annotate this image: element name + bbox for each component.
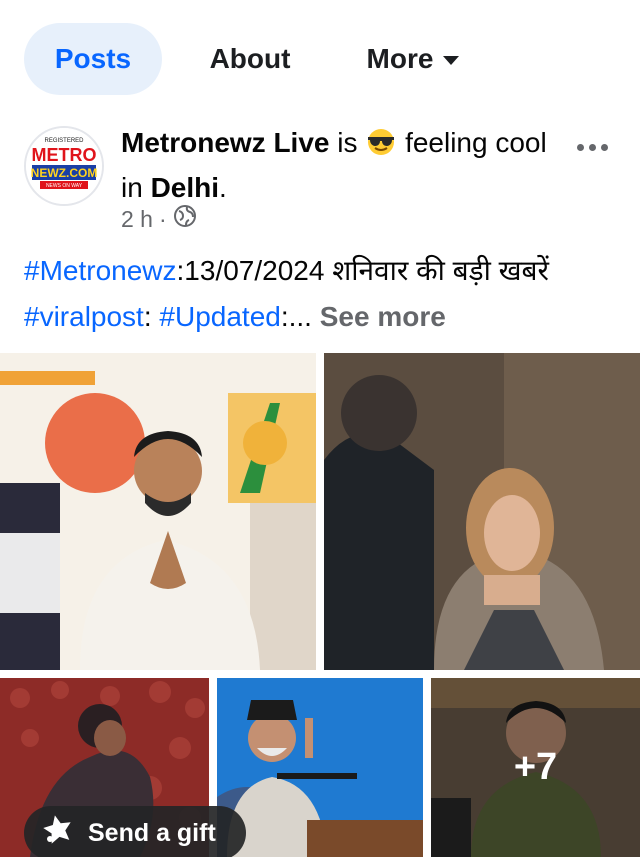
is-text: is [337, 127, 358, 158]
send-gift-label: Send a gift [88, 818, 216, 847]
more-horizontal-icon[interactable] [573, 140, 612, 155]
author-name[interactable]: Metronewz Live [121, 127, 329, 158]
page-avatar[interactable]: REGISTERED METRO NEWZ.COM NEWS ON WAY [24, 126, 104, 206]
more-photos-overlay: +7 [431, 678, 640, 857]
see-more-link[interactable]: See more [320, 301, 446, 332]
metronewz-logo: REGISTERED METRO NEWZ.COM NEWS ON WAY [26, 128, 102, 204]
tab-more[interactable]: More [338, 23, 488, 95]
post-photo-2[interactable] [324, 353, 640, 670]
tab-posts[interactable]: Posts [24, 23, 162, 95]
post-text-part: :... [280, 301, 320, 332]
tab-about-label: About [209, 43, 291, 74]
cool-face-emoji-icon [365, 126, 397, 167]
location-link[interactable]: Delhi [151, 172, 219, 203]
caret-down-icon [443, 56, 460, 65]
svg-text:NEWS ON WAY: NEWS ON WAY [46, 183, 83, 189]
send-gift-button[interactable]: Send a gift [24, 806, 246, 857]
post-meta: 2 h · [121, 204, 197, 234]
svg-text:METRO: METRO [32, 145, 97, 165]
meta-separator: · [158, 205, 167, 232]
profile-tabs: Posts About More [24, 22, 488, 96]
post-header-text: Metronewz Live is feeling cool in Delhi. [121, 122, 561, 208]
post-time[interactable]: 2 h [121, 206, 153, 233]
hashtag-link[interactable]: #Updated [159, 301, 280, 332]
svg-text:NEWZ.COM: NEWZ.COM [31, 166, 98, 180]
post-text-part: :13/07/2024 शनिवार की बड़ी खबरें [176, 255, 549, 286]
post-body: #Metronewz:13/07/2024 शनिवार की बड़ी खबर… [24, 248, 624, 340]
globe-icon [173, 204, 197, 234]
hashtag-link[interactable]: #viralpost [24, 301, 144, 332]
post-photo-4[interactable] [217, 678, 423, 857]
tab-more-label: More [366, 43, 434, 74]
svg-text:REGISTERED: REGISTERED [44, 138, 84, 144]
post-text-part: : [143, 301, 160, 332]
post-photo-1[interactable] [0, 353, 316, 670]
gift-icon [40, 812, 76, 855]
post-photo-5[interactable]: +7 [431, 678, 640, 857]
tab-about[interactable]: About [162, 23, 338, 95]
hashtag-link[interactable]: #Metronewz [24, 255, 177, 286]
period: . [219, 172, 227, 203]
tab-posts-label: Posts [54, 43, 132, 74]
